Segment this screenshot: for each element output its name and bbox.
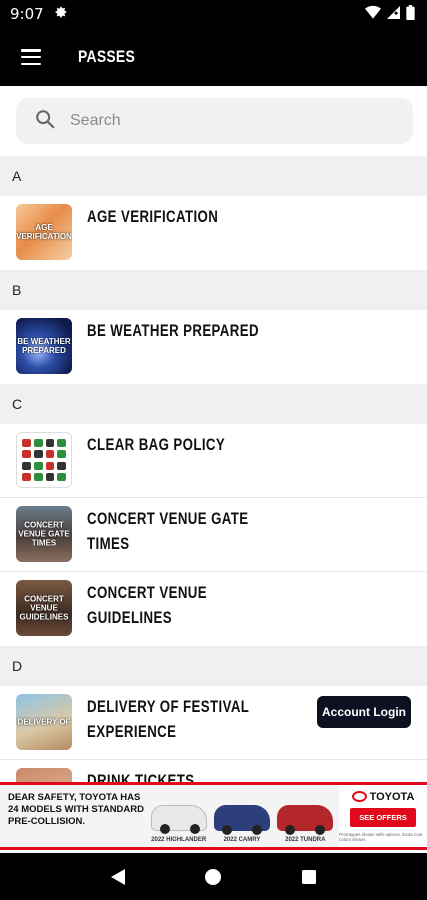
back-triangle-icon[interactable]: [103, 862, 133, 892]
car-caption: 2022 CAMRY: [223, 837, 261, 843]
car-caption: 2022 TUNDRA: [285, 837, 326, 843]
search-input[interactable]: Search: [16, 98, 413, 144]
search-container: Search: [0, 86, 427, 156]
list-item-clear-bag-policy[interactable]: CLEAR BAG POLICY: [0, 424, 427, 498]
thumbnail-image: DELIVERY OF: [16, 694, 72, 750]
hamburger-menu-icon[interactable]: [0, 28, 62, 86]
section-header-c: C: [0, 384, 427, 424]
thumbnail-caption: DELIVERY OF: [17, 717, 71, 727]
thumbnail-image: AGE VERIFICATION: [16, 204, 72, 260]
thumbnail-caption: CONCERT VENUE GUIDELINES: [19, 594, 69, 622]
thumbnail-caption: BE WEATHER PREPARED: [17, 337, 71, 355]
list-item-age-verification[interactable]: AGE VERIFICATION AGE VERIFICATION: [0, 196, 427, 270]
list-item-concert-venue-gate-times[interactable]: CONCERT VENUE GATE TIMES CONCERT VENUE G…: [0, 498, 427, 572]
search-icon: [34, 108, 56, 135]
thumbnail-image: BE WEATHER PREPARED: [16, 318, 72, 374]
battery-icon: [406, 4, 415, 24]
status-time: 9:07: [10, 5, 44, 23]
thumbnail-caption: CONCERT VENUE GATE TIMES: [18, 520, 70, 548]
list-item-label: DELIVERY OF FESTIVAL EXPERIENCE: [87, 697, 250, 741]
list-item-concert-venue-guidelines[interactable]: CONCERT VENUE GUIDELINES CONCERT VENUE G…: [0, 572, 427, 646]
section-header-b: B: [0, 270, 427, 310]
search-placeholder: Search: [70, 112, 121, 129]
toyota-logo: TOYOTA: [351, 791, 414, 803]
thumbnail-caption: AGE VERIFICATION: [16, 223, 72, 241]
status-bar: 9:07: [0, 0, 427, 28]
list-item-be-weather-prepared[interactable]: BE WEATHER PREPARED BE WEATHER PREPARED: [0, 310, 427, 384]
thumbnail-image: CONCERT VENUE GATE TIMES: [16, 506, 72, 562]
account-login-button[interactable]: Account Login: [317, 696, 411, 728]
recents-square-icon[interactable]: [294, 862, 324, 892]
ad-fine-print: Prototypes shown with options. Extra cos…: [339, 831, 423, 842]
signal-icon: [387, 5, 400, 23]
list-item-label: CONCERT VENUE GUIDELINES: [87, 583, 208, 627]
thumbnail-image: CONCERT VENUE GUIDELINES: [16, 580, 72, 636]
car-caption: 2022 HIGHLANDER: [151, 837, 207, 843]
ad-banner[interactable]: DEAR SAFETY, TOYOTA HAS 24 MODELS WITH S…: [0, 782, 427, 850]
car-body: [277, 805, 334, 835]
list-item-label: CONCERT VENUE GATE TIMES: [87, 509, 249, 553]
list-item-delivery-of-festival-experience[interactable]: DELIVERY OF DELIVERY OF FESTIVAL EXPERIE…: [0, 686, 427, 760]
car-image: 2022 CAMRY: [213, 805, 271, 843]
car-body: [213, 805, 270, 835]
wifi-icon: [365, 5, 381, 23]
thumbnail-image: [16, 432, 72, 488]
system-nav-bar: [0, 853, 427, 900]
section-header-a: A: [0, 156, 427, 196]
list-item-label: CLEAR BAG POLICY: [87, 435, 226, 454]
see-offers-button[interactable]: SEE OFFERS: [350, 807, 416, 827]
car-body: [150, 805, 207, 834]
section-header-d: D: [0, 646, 427, 686]
list-item-label: AGE VERIFICATION: [87, 207, 219, 226]
app-bar: PASSES: [0, 28, 427, 86]
list-item-label: BE WEATHER PREPARED: [87, 321, 259, 340]
home-circle-icon[interactable]: [198, 862, 228, 892]
ad-cars: 2022 HIGHLANDER 2022 CAMRY 2022 TUNDRA: [145, 785, 339, 847]
ad-brand-panel: TOYOTA SEE OFFERS Prototypes shown with …: [339, 785, 427, 847]
passes-list: A AGE VERIFICATION AGE VERIFICATION B BE…: [0, 156, 427, 834]
gear-icon: [54, 5, 68, 23]
page-title: PASSES: [78, 47, 136, 66]
car-image: 2022 TUNDRA: [276, 805, 334, 843]
status-icons: [365, 4, 415, 24]
car-image: 2022 HIGHLANDER: [150, 805, 208, 843]
ad-headline: DEAR SAFETY, TOYOTA HAS 24 MODELS WITH S…: [8, 792, 144, 827]
